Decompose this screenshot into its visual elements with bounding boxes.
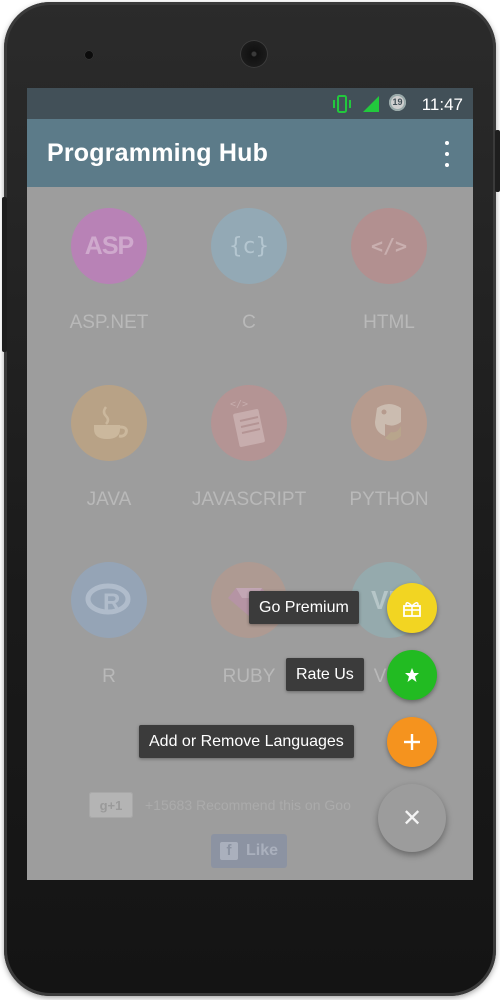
notification-badge-icon: 19 xyxy=(389,94,406,111)
javascript-icon: </> xyxy=(211,385,287,461)
language-item-r[interactable]: R R xyxy=(39,562,179,688)
close-icon: ✕ xyxy=(401,804,423,832)
language-item-python[interactable]: PYTHON xyxy=(319,385,459,511)
language-item-c[interactable]: {c} C xyxy=(179,208,319,334)
aspnet-icon-text: ASP xyxy=(84,231,134,260)
add-remove-languages-button[interactable] xyxy=(387,717,437,767)
rate-us-label[interactable]: Rate Us xyxy=(286,658,364,691)
r-icon: R xyxy=(71,562,147,638)
signal-icon xyxy=(363,96,379,112)
facebook-like-button[interactable]: f Like xyxy=(211,834,287,868)
status-bar: 19 11:47 xyxy=(27,88,473,119)
star-icon xyxy=(405,668,419,682)
language-label: C xyxy=(242,312,256,333)
recommend-text: +15683 Recommend this on Goo xyxy=(145,797,351,813)
language-label: ASP.NET xyxy=(69,312,149,333)
language-label: HTML xyxy=(363,312,415,333)
java-icon xyxy=(71,385,147,461)
c-icon-text: {c} xyxy=(229,233,269,259)
python-icon xyxy=(351,385,427,461)
r-logo-icon: R xyxy=(85,583,131,616)
go-premium-button[interactable] xyxy=(387,583,437,633)
language-label: R xyxy=(102,666,116,687)
python-logo-icon xyxy=(375,404,401,441)
facebook-like-label: Like xyxy=(245,842,278,859)
power-button xyxy=(495,130,500,192)
vibrate-icon xyxy=(333,95,351,113)
html-icon-text: </> xyxy=(370,234,408,258)
c-icon: {c} xyxy=(211,208,287,284)
language-item-java[interactable]: JAVA xyxy=(39,385,179,511)
earpiece-speaker xyxy=(240,40,268,68)
app-title: Programming Hub xyxy=(47,139,269,167)
svg-text:</>: </> xyxy=(230,399,248,410)
language-item-aspnet[interactable]: ASP ASP.NET xyxy=(39,208,179,334)
plus-icon xyxy=(404,734,420,750)
language-item-javascript[interactable]: </> JAVASCRIPT xyxy=(179,385,319,511)
facebook-icon: f xyxy=(219,842,238,860)
overflow-menu-icon[interactable] xyxy=(435,141,459,167)
html-icon: </> xyxy=(351,208,427,284)
language-label: JAVA xyxy=(86,489,132,510)
volume-button xyxy=(2,197,7,352)
status-time: 11:47 xyxy=(421,95,463,114)
go-premium-label[interactable]: Go Premium xyxy=(249,591,359,624)
language-label: JAVASCRIPT xyxy=(191,489,307,510)
app-bar: Programming Hub xyxy=(27,119,473,187)
coffee-cup-icon xyxy=(94,406,128,439)
language-item-html[interactable]: </> HTML xyxy=(319,208,459,334)
gift-icon xyxy=(403,602,421,617)
front-camera xyxy=(84,50,94,60)
add-remove-languages-label[interactable]: Add or Remove Languages xyxy=(139,725,354,758)
aspnet-icon: ASP xyxy=(71,208,147,284)
rate-us-button[interactable] xyxy=(387,650,437,700)
document-code-icon: </> xyxy=(230,399,265,447)
google-plus-one-button[interactable]: g+1 xyxy=(89,792,133,818)
close-fab-button[interactable]: ✕ xyxy=(378,784,446,852)
language-label: PYTHON xyxy=(349,489,429,510)
notification-badge-count: 19 xyxy=(392,97,403,107)
svg-text:R: R xyxy=(103,589,120,616)
